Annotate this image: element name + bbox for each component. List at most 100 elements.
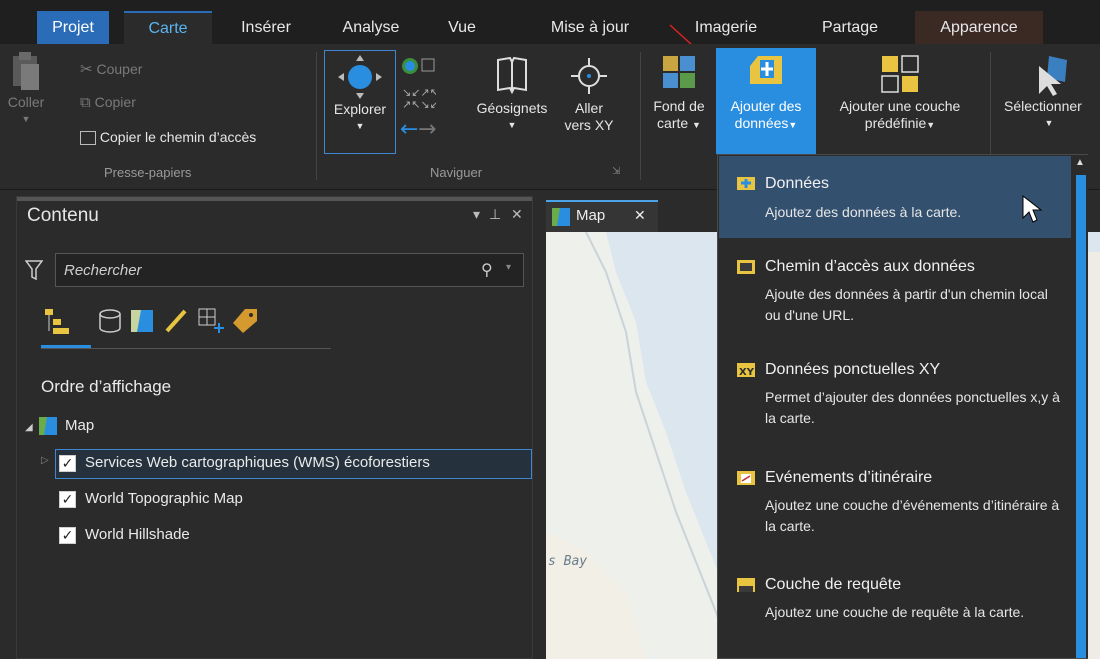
contents-pane: Contenu ▾ ⊥ ✕ Rechercher ⚲ ▾ Ordre d’aff… [16,196,533,659]
layer-template-icon [881,55,919,93]
search-options-chevron-icon[interactable]: ▾ [506,262,511,273]
layer-label-topographic[interactable]: World Topographic Map [85,490,243,507]
dialog-launcher-icon[interactable]: ⇲ [612,166,620,177]
ajouter-donnees-dropdown: Données Ajoutez des données à la carte. … [717,154,1088,659]
map-layer-icon[interactable] [129,307,157,335]
ribbon-tab-bar: Projet Carte Insérer Analyse Vue Mise à … [0,0,1100,44]
copier-button[interactable]: ⧉ Copier [80,94,136,111]
menu-item-title: Evénements d’itinéraire [765,469,933,486]
tab-map-view[interactable]: Map ✕ [546,200,658,232]
copy-icon: ⧉ [80,94,91,111]
xy-point-icon: XY [737,363,755,378]
coller-label: Coller [7,94,45,110]
fond-de-carte-button[interactable]: Fond de carte ▼ [644,52,714,134]
basemap-icon [663,56,695,88]
menu-item-chemin-acces[interactable]: Chemin d’accès aux données Ajoute des do… [719,250,1071,334]
couper-button[interactable]: ✂ Couper [80,60,142,78]
pane-top-border [17,197,532,201]
selectionner-button[interactable]: Sélectionner ▼ [998,52,1100,132]
snapping-grid-icon[interactable] [197,307,225,335]
close-icon[interactable]: ✕ [634,207,646,224]
data-source-cylinder-icon[interactable] [97,307,125,335]
scroll-up-icon[interactable]: ▲ [1075,157,1085,168]
mouse-cursor-icon [1022,194,1043,223]
scissors-icon: ✂ [80,61,93,78]
chevron-down-icon: ▼ [692,120,701,130]
map-tree-node[interactable]: ◢ Map [25,417,95,436]
pane-menu-chevron-icon[interactable]: ▾ [473,206,480,223]
add-data-icon [750,56,782,84]
drawing-order-icon[interactable] [43,307,71,335]
chevron-down-icon: ▼ [21,114,31,124]
ajouter-couche-predefinie-button[interactable]: Ajouter une couche prédéfinie▼ [818,52,982,134]
menu-item-donnees[interactable]: Données Ajoutez des données à la carte. [719,156,1071,238]
copier-label: Copier [94,94,136,110]
group-label-naviguer: Naviguer [430,165,483,180]
aller-vers-xy-button[interactable]: Aller vers XY [558,52,620,134]
fond-label-2: carte ▼ [657,115,701,131]
layer-visibility-checkbox[interactable]: ✓ [59,491,76,508]
menu-item-title: Données [765,175,830,192]
close-icon[interactable]: ✕ [511,206,523,223]
expand-triangle-icon[interactable]: ◢ [25,422,33,433]
data-path-icon [737,260,755,274]
tab-carte[interactable]: Carte [124,11,212,44]
explorer-button[interactable]: Explorer ▼ [324,50,396,154]
bookmark-book-icon [497,56,527,95]
tab-inserer[interactable]: Insérer [222,11,310,44]
clipboard-icon [13,52,39,90]
contents-title: Contenu [27,205,99,226]
map-icon [552,208,570,226]
crosshair-icon [571,58,607,94]
label-tag-icon[interactable] [231,307,259,335]
tab-mise-a-jour[interactable]: Mise à jour [528,11,652,44]
select-cursor-icon [1039,56,1067,96]
expand-triangle-icon[interactable]: ▷ [41,455,49,466]
layer-visibility-checkbox[interactable]: ✓ [59,455,76,472]
pencil-edit-icon[interactable] [163,307,191,335]
tab-analyse[interactable]: Analyse [327,11,415,44]
ajouter-label-2: données▼ [734,115,798,131]
search-placeholder: Rechercher [64,262,142,279]
menu-item-couche-requete[interactable]: Couche de requête Ajoutez une couche de … [719,568,1071,652]
search-icon[interactable]: ⚲ [481,260,493,280]
nav-tools-icons[interactable]: ↘↙↗↖ ↗↖↘↙ ← → [400,56,436,146]
filter-icon[interactable] [25,259,43,281]
aller-label-1: Aller [574,100,603,116]
layer-label-wms[interactable]: Services Web cartographiques (WMS) écofo… [85,454,430,471]
pin-icon[interactable]: ⊥ [489,206,501,223]
layer-label-hillshade[interactable]: World Hillshade [85,526,190,543]
menu-item-desc: Permet d’ajouter des données ponctuelles… [765,389,1060,426]
geosignets-button[interactable]: Géosignets ▼ [466,52,558,134]
ajouter-label-1: Ajouter des [730,98,802,114]
route-events-icon [737,471,755,485]
copier-chemin-button[interactable]: Copier le chemin d’accès [80,129,257,146]
drawing-order-heading: Ordre d’affichage [41,377,172,396]
add-data-icon [737,177,755,190]
menu-item-donnees-xy[interactable]: XY Données ponctuelles XY Permet d’ajout… [719,353,1071,437]
tab-apparence[interactable]: Apparence [915,11,1043,44]
menu-item-title: Couche de requête [765,576,902,593]
menu-item-desc: Ajoutez des données à la carte. [765,204,962,220]
layer-visibility-checkbox[interactable]: ✓ [59,527,76,544]
coller-button[interactable]: Coller ▼ [4,50,48,128]
selectionner-label: Sélectionner [1004,98,1082,114]
toolbar-divider [41,348,331,349]
map-node-label: Map [65,417,95,434]
menu-item-evenements[interactable]: Evénements d’itinéraire Ajoutez une couc… [719,461,1071,545]
group-separator [316,52,317,180]
tab-projet[interactable]: Projet [37,11,109,44]
predef-label-1: Ajouter une couche [839,98,961,114]
group-label-presse-papiers: Presse-papiers [104,165,192,180]
dropdown-scrollbar[interactable]: ▲ [1073,155,1088,658]
query-layer-icon [737,578,755,592]
tab-vue[interactable]: Vue [432,11,492,44]
search-input[interactable]: Rechercher ⚲ ▾ [55,253,524,287]
svg-text:→: → [418,117,436,142]
ajouter-des-donnees-button[interactable]: Ajouter des données▼ [716,48,816,154]
menu-item-desc: Ajoutez une couche d’événements d’itinér… [765,497,1060,534]
copier-chemin-label: Copier le chemin d’accès [99,129,257,145]
tab-partage[interactable]: Partage [802,11,898,44]
scroll-thumb[interactable] [1076,175,1086,658]
explore-globe-icon [338,55,382,99]
